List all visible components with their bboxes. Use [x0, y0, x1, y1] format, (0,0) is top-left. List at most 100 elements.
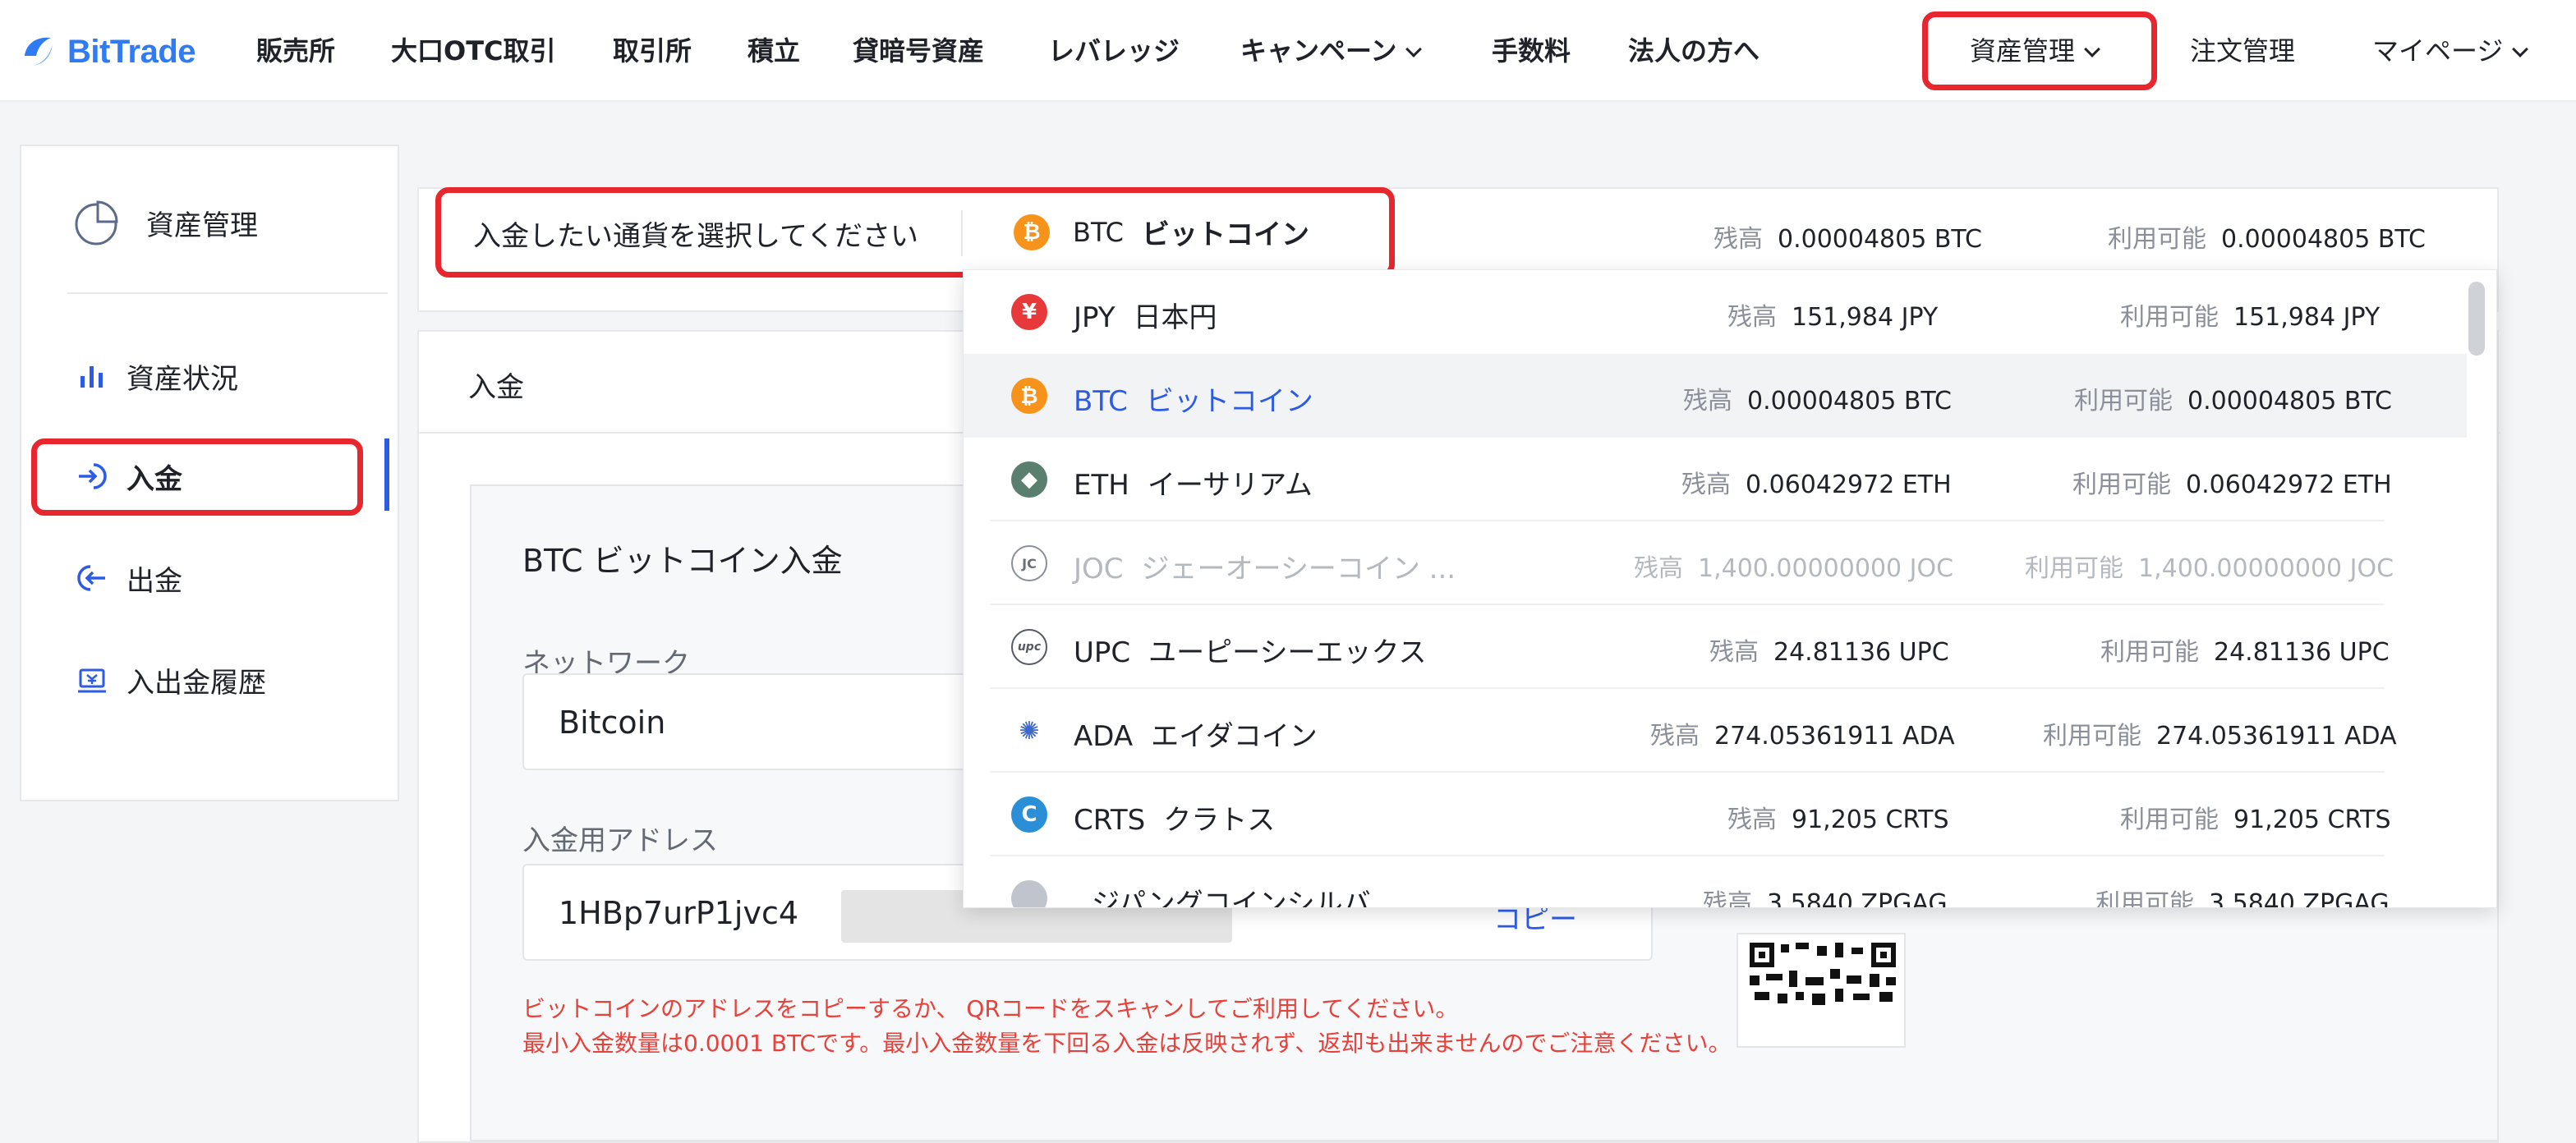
coin-available: 利用可能 274.05361911 ADA: [2043, 715, 2397, 751]
balance-label: 残高: [1703, 889, 1752, 908]
nav-item-fees[interactable]: 手数料: [1492, 33, 1571, 69]
coin-balance: 残高 1,400.00000000 JOC: [1634, 548, 1953, 584]
coin-available: 利用可能 3.5840 ZPGAG: [2095, 883, 2390, 908]
deposit-notes: ビットコインのアドレスをコピーするか、 QRコードをスキャンしてご利用してくださ…: [522, 992, 1732, 1061]
sidebar-title: 資産管理: [146, 209, 258, 242]
nav-item-leverage[interactable]: レバレッジ: [1048, 33, 1180, 69]
coin-symbol: ETH: [1074, 469, 1129, 502]
balance-label: 残高: [1650, 722, 1700, 751]
highlight-currency-select: [435, 187, 1395, 278]
dropdown-item-eth[interactable]: ◆ ETH イーサリアム 残高 0.06042972 ETH 利用可能 0.06042…: [964, 438, 2467, 521]
selected-balance: 残高 0.00004805 BTC: [1714, 218, 1982, 255]
dropdown-item-ada[interactable]: ✺ ADA エイダコイン 残高 274.05361911 ADA 利用可能 274.0…: [964, 689, 2467, 773]
coin-name: ジェーオーシーコイン ...: [1141, 553, 1456, 585]
nav-item-campaign[interactable]: キャンペーン: [1240, 33, 1423, 69]
available-value: 274.05361911 ADA: [2156, 722, 2397, 751]
network-value: Bitcoin: [559, 705, 666, 741]
available-label: 利用可能: [2120, 303, 2219, 332]
available-label: 利用可能: [2100, 638, 2199, 667]
crts-coin-icon: C: [1011, 796, 1047, 833]
nav-item-hanbaijo[interactable]: 販売所: [256, 33, 335, 69]
dropdown-item-label: UPC ユーピーシーエックス: [1074, 630, 1426, 670]
coin-symbol: UPC: [1074, 636, 1131, 669]
dropdown-item-joc[interactable]: JC JOC ジェーオーシーコイン ... 残高 1,400.00000000 JO…: [964, 521, 2467, 605]
dropdown-item-label: JOC ジェーオーシーコイン ...: [1074, 546, 1456, 586]
balance-value: 0.00004805 BTC: [1747, 387, 1952, 415]
deposit-note-line: 最小入金数量は0.0001 BTCです。最小入金数量を下回る入金は反映されず、返…: [522, 1030, 1732, 1057]
nav-item-tsumitate[interactable]: 積立: [748, 33, 800, 69]
available-value: 1,400.00000000 JOC: [2138, 554, 2394, 583]
joc-coin-icon: JC: [1011, 545, 1047, 581]
coin-name: エイダコイン: [1151, 720, 1318, 753]
balance-value: 0.00004805 BTC: [1778, 225, 1982, 254]
available-value: 0.00004805 BTC: [2187, 387, 2392, 415]
coin-balance: 残高 274.05361911 ADA: [1650, 715, 1955, 751]
coin-balance: 残高 0.06042972 ETH: [1681, 464, 1952, 500]
sidebar-divider: [67, 292, 388, 294]
available-label: 利用可能: [2095, 889, 2194, 908]
nav-campaign-label: キャンペーン: [1240, 35, 1397, 67]
available-value: 0.00004805 BTC: [2221, 225, 2426, 254]
arrow-out-icon: [77, 565, 105, 591]
coin-name: ユーピーシーエックス: [1148, 636, 1427, 669]
dropdown-item-crts[interactable]: C CRTS クラトス 残高 91,205 CRTS 利用可能 91,205 CRTS: [964, 773, 2467, 856]
nav-item-otc[interactable]: 大口OTC取引: [391, 33, 556, 69]
balance-value: 274.05361911 ADA: [1714, 722, 1955, 751]
zpgag-coin-icon: [1011, 880, 1047, 907]
sidebar-item-asset-status[interactable]: 資産状況: [76, 351, 238, 401]
nav-item-exchange[interactable]: 取引所: [613, 33, 692, 69]
chevron-down-icon: [2512, 41, 2529, 57]
brand-name: BitTrade: [67, 33, 196, 70]
qr-code-icon: [1750, 943, 1896, 1005]
balance-label: 残高: [1681, 471, 1731, 499]
coin-name: 日本円: [1133, 301, 1217, 334]
dropdown-item-label: BTC ビットコイン: [1074, 379, 1313, 419]
highlight-deposit: [31, 438, 363, 516]
dropdown-item-label: ADA エイダコイン: [1074, 714, 1318, 754]
sidebar-item-label: 資産状況: [126, 362, 238, 396]
balance-value: 0.06042972 ETH: [1746, 471, 1952, 499]
dropdown-item-jpy[interactable]: ¥ JPY 日本円 残高 151,984 JPY 利用可能 151,984 JPY: [964, 270, 2467, 354]
nav-item-order-management[interactable]: 注文管理: [2190, 33, 2295, 69]
dropdown-item-zpgag[interactable]: ジパングコインシルバ 残高 3.5840 ZPGAG 利用可能 3.5840 ZPG…: [964, 856, 2467, 908]
coin-symbol: ADA: [1074, 720, 1134, 753]
highlight-asset-management: [1922, 11, 2157, 90]
deposit-title: BTC ビットコイン入金: [522, 543, 843, 579]
sidebar-item-history[interactable]: 入出金履歴: [76, 655, 266, 705]
dropdown-scrollbar[interactable]: [2468, 282, 2485, 356]
nav-item-lending[interactable]: 貸暗号資産: [853, 33, 984, 69]
available-value: 151,984 JPY: [2233, 303, 2380, 332]
coin-balance: 残高 3.5840 ZPGAG: [1703, 883, 1948, 908]
dropdown-item-label: JPY 日本円: [1074, 295, 1217, 335]
balance-label: 残高: [1709, 638, 1759, 667]
nav-item-mypage[interactable]: マイページ: [2372, 33, 2529, 69]
upc-coin-icon: upc: [1011, 629, 1047, 665]
sidebar-active-indicator: [384, 438, 389, 511]
dropdown-item-upc[interactable]: upc UPC ユーピーシーエックス 残高 24.81136 UPC 利用可能 24.…: [964, 605, 2467, 689]
balance-label: 残高: [1727, 303, 1777, 332]
coin-balance: 残高 151,984 JPY: [1727, 296, 1938, 333]
available-label: 利用可能: [2043, 722, 2141, 751]
address-value: 1HBp7urP1jvc4: [559, 895, 799, 931]
sidebar-item-withdraw[interactable]: 出金: [76, 553, 182, 603]
address-label: 入金用アドレス: [522, 824, 718, 857]
brand-logo[interactable]: BitTrade: [18, 30, 196, 74]
qr-code: [1736, 933, 1906, 1048]
bittrade-logo-icon: [25, 37, 53, 66]
coin-available: 利用可能 91,205 CRTS: [2120, 799, 2390, 835]
selected-available: 利用可能 0.00004805 BTC: [2108, 218, 2426, 255]
balance-label: 残高: [1634, 554, 1683, 583]
dropdown-item-label: ETH イーサリアム: [1074, 462, 1313, 503]
sidebar-item-label: 出金: [126, 564, 182, 598]
currency-dropdown-list: ¥ JPY 日本円 残高 151,984 JPY 利用可能 151,984 JPY ₿…: [963, 269, 2497, 908]
dropdown-item-btc[interactable]: ₿ BTC ビットコイン 残高 0.00004805 BTC 利用可能 0.00004…: [964, 354, 2467, 438]
nav-mypage-label: マイページ: [2372, 35, 2504, 67]
dropdown-item-label: CRTS クラトス: [1074, 797, 1275, 838]
sidebar: 資産管理 資産状況 入金 出金 入出金履歴: [20, 145, 399, 801]
available-value: 0.06042972 ETH: [2186, 471, 2392, 499]
balance-value: 24.81136 UPC: [1773, 638, 1949, 667]
balance-value: 3.5840 ZPGAG: [1767, 889, 1948, 908]
nav-item-corporate[interactable]: 法人の方へ: [1628, 33, 1760, 69]
tab-deposit[interactable]: 入金: [468, 365, 524, 405]
eth-coin-icon: ◆: [1011, 461, 1047, 498]
